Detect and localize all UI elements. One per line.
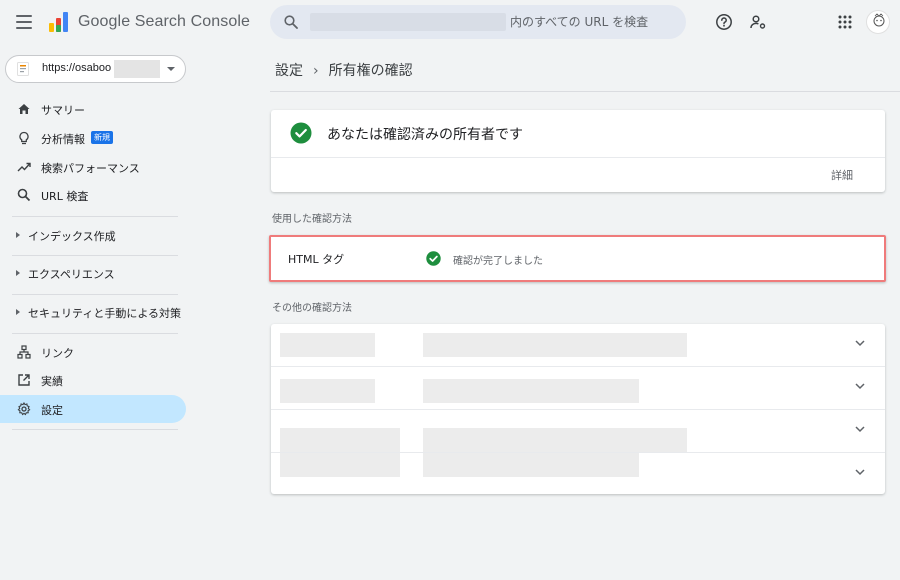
redacted-text — [280, 453, 400, 477]
sidebar-group-label: インデックス作成 — [28, 230, 116, 243]
property-selector[interactable]: https://osaboo — [5, 55, 186, 83]
breadcrumb-current: 所有権の確認 — [328, 63, 413, 79]
redacted-property-name — [310, 13, 506, 31]
other-method-row[interactable] — [271, 324, 885, 367]
property-url: https://osaboo — [42, 62, 112, 74]
used-method-label: 使用した確認方法 — [272, 214, 352, 225]
header-divider — [270, 91, 900, 92]
redacted-property-name — [114, 60, 160, 78]
top-bar: Google Search Console — [0, 0, 900, 46]
search-console-logo-icon — [49, 12, 68, 32]
chevron-down-icon — [855, 383, 865, 390]
home-icon — [18, 104, 30, 114]
redacted-text — [280, 428, 400, 452]
hamburger-menu-icon[interactable] — [16, 15, 32, 29]
redacted-text — [423, 333, 687, 357]
expand-triangle-icon — [16, 232, 20, 238]
chevron-down-icon — [855, 340, 865, 347]
other-methods-card — [271, 324, 885, 494]
sidebar-item-settings[interactable]: 設定 — [0, 395, 186, 423]
expand-triangle-icon — [16, 309, 20, 315]
other-method-row[interactable] — [271, 367, 885, 410]
sidebar-divider — [12, 216, 178, 217]
sidebar-group-label: セキュリティと手動による対策 — [28, 307, 182, 320]
redacted-text — [280, 379, 375, 403]
sidebar-item-achievements[interactable]: 実績 — [0, 366, 186, 394]
redacted-text — [280, 333, 375, 357]
new-badge: 新規 — [91, 131, 113, 144]
search-icon — [17, 188, 31, 202]
sitemap-icon — [17, 345, 31, 359]
sidebar-divider — [12, 255, 178, 256]
sidebar-group-security[interactable]: セキュリティと手動による対策 — [0, 298, 186, 326]
expand-triangle-icon — [16, 270, 20, 276]
method-status: 確認が完了しました — [453, 256, 543, 267]
sidebar-item-label: 設定 — [41, 404, 63, 417]
gear-icon — [17, 402, 31, 416]
owner-status-card: あなたは確認済みの所有者です 詳細 — [271, 110, 885, 192]
sidebar-group-label: エクスペリエンス — [28, 268, 115, 281]
sidebar-group-indexing[interactable]: インデックス作成 — [0, 221, 186, 249]
apps-grid-icon[interactable] — [836, 13, 854, 31]
chevron-down-icon — [855, 426, 865, 433]
sidebar-item-label: リンク — [41, 347, 74, 360]
app-title: Google Search Console — [78, 13, 250, 30]
manage-users-icon[interactable] — [749, 13, 767, 31]
help-icon[interactable] — [715, 13, 733, 31]
breadcrumb-parent[interactable]: 設定 — [275, 63, 303, 79]
owner-status-title: あなたは確認済みの所有者です — [327, 127, 523, 143]
sidebar-item-label: サマリー — [41, 104, 85, 117]
sidebar-item-label: 検索パフォーマンス — [41, 162, 140, 175]
sidebar-group-experience[interactable]: エクスペリエンス — [0, 259, 186, 287]
check-circle-icon — [290, 122, 312, 144]
chevron-down-icon — [855, 469, 865, 476]
other-method-row[interactable] — [271, 410, 885, 453]
other-method-row[interactable] — [271, 453, 885, 494]
sidebar-divider — [12, 294, 178, 295]
avatar-icon — [873, 13, 885, 27]
trending-up-icon — [17, 162, 31, 172]
sidebar-item-performance[interactable]: 検索パフォーマンス — [0, 153, 186, 181]
chevron-right-icon: › — [313, 63, 319, 79]
redacted-text — [423, 453, 639, 477]
redacted-text — [423, 428, 687, 452]
open-in-new-icon — [18, 374, 30, 386]
used-method-card: HTML タグ 確認が完了しました — [269, 235, 886, 282]
sidebar-item-label: 実績 — [41, 375, 63, 388]
search-icon — [284, 15, 298, 29]
sidebar-divider — [12, 429, 178, 430]
lightbulb-icon — [19, 131, 29, 145]
method-name: HTML タグ — [288, 253, 345, 266]
sidebar-item-summary[interactable]: サマリー — [0, 95, 186, 123]
sidebar-item-label: URL 検査 — [41, 190, 89, 203]
caret-down-icon — [167, 67, 175, 71]
details-button[interactable]: 詳細 — [831, 167, 853, 183]
avatar[interactable] — [866, 10, 890, 34]
check-circle-icon — [426, 251, 441, 266]
sidebar-item-links[interactable]: リンク — [0, 338, 186, 366]
card-divider — [271, 157, 885, 158]
redacted-text — [423, 379, 639, 403]
other-methods-label: その他の確認方法 — [272, 303, 352, 314]
sidebar-item-label: 分析情報 — [41, 133, 85, 146]
sidebar-item-insights[interactable]: 分析情報 新規 — [0, 124, 186, 152]
sidebar-divider — [12, 333, 178, 334]
search-input[interactable] — [510, 12, 676, 32]
breadcrumb: 設定 › 所有権の確認 — [275, 60, 413, 80]
url-inspection-search[interactable] — [270, 5, 686, 39]
property-icon — [17, 62, 29, 76]
sidebar-item-url-inspection[interactable]: URL 検査 — [0, 181, 186, 209]
